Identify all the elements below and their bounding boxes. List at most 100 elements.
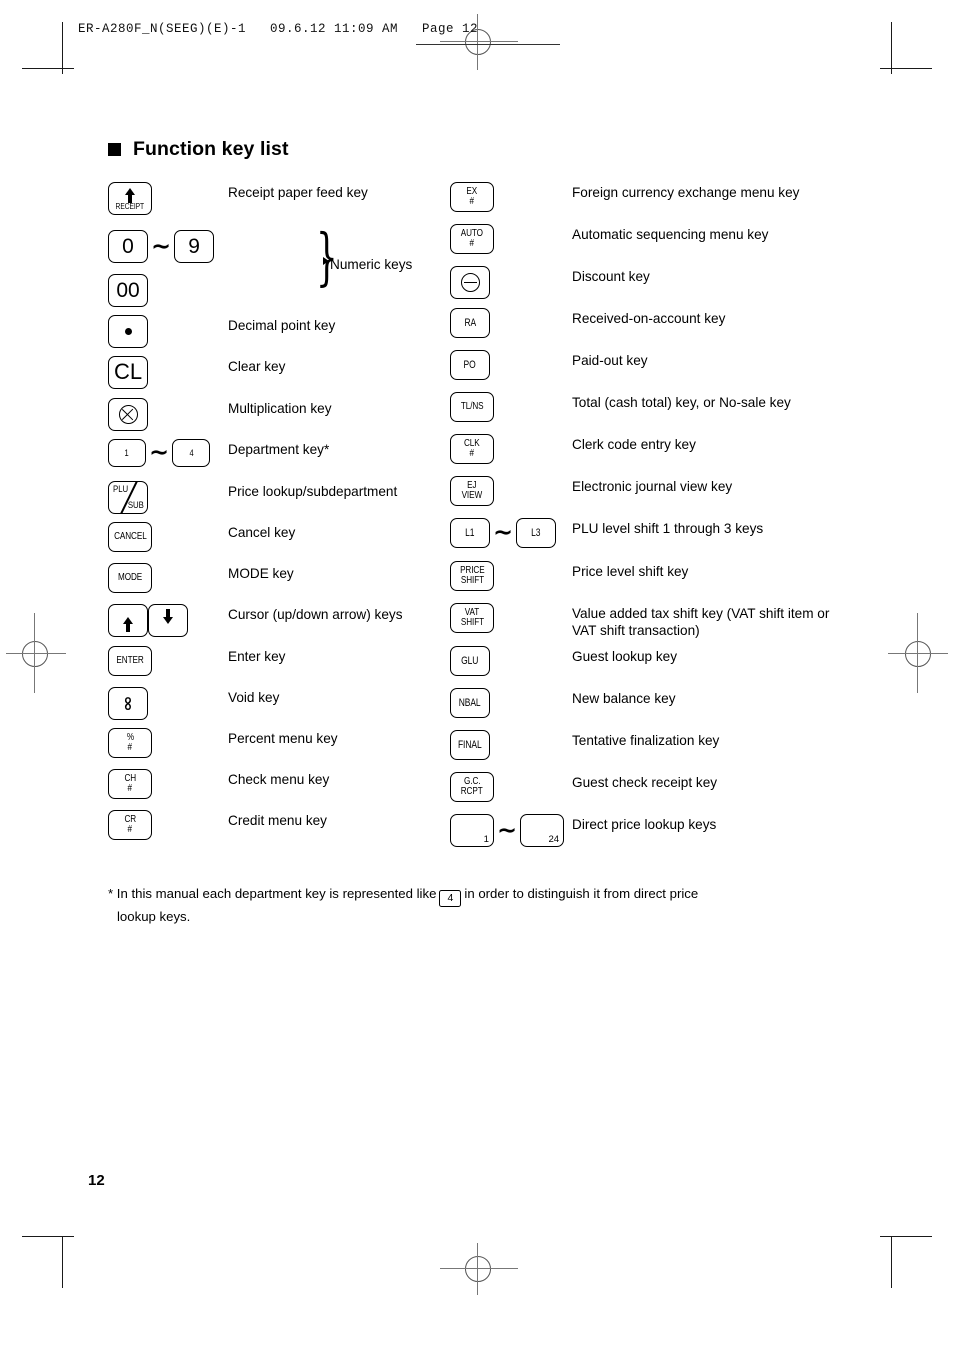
key-description-tentative-finalization: Tentative finalization key (572, 733, 720, 748)
key-row-double-zero: 00 (108, 274, 148, 307)
key-graphic-guest-check-receipt: G.C. RCPT (450, 772, 494, 802)
footnote-lead: * In this manual each department key is … (108, 886, 437, 901)
key-caption: L1 (465, 526, 475, 539)
key-description-department: Department key* (228, 442, 330, 457)
crop-mark-top-left-horizontal (22, 68, 74, 69)
key-received-on-account-cap: RA (450, 308, 490, 338)
key-vat-shift-cap: VAT SHIFT (450, 603, 494, 633)
key-enter-cap: ENTER (108, 646, 152, 676)
key-graphic-receipt-feed: RECEIPT (108, 182, 152, 215)
key-description-multiplication: Multiplication key (228, 401, 332, 416)
key-caption: FINAL (458, 738, 482, 751)
key-automatic-sequencing-cap: AUTO # (450, 224, 494, 254)
key-electronic-journal-view-cap: EJ VIEW (450, 476, 494, 506)
key-description-price-lookup-subdepartment: Price lookup/subdepartment (228, 484, 398, 499)
key-row-price-level-shift: PRICE SHIFT Price level shift key (450, 561, 688, 591)
key-caption-line-2: # (469, 238, 475, 249)
key-graphic-cursor (108, 604, 188, 637)
key-row-tentative-finalization: FINAL Tentative finalization key (450, 730, 719, 760)
registration-tick-bottom-v (477, 1243, 478, 1295)
key-department-cap: 4 (172, 439, 211, 467)
key-price-lookup-subdepartment-cap: PLU SUB (108, 481, 148, 514)
key-caption: NBAL (459, 696, 481, 709)
key-caption: 9 (188, 234, 200, 258)
key-caption: ENTER (116, 654, 144, 666)
footnote: * In this manual each department key is … (108, 884, 808, 926)
key-caption: L3 (531, 526, 541, 539)
key-guest-lookup-cap: GLU (450, 646, 490, 676)
key-row-guest-check-receipt: G.C. RCPT Guest check receipt key (450, 772, 717, 802)
slug-underline (416, 44, 560, 45)
key-description-paid-out: Paid-out key (572, 353, 648, 368)
key-description-discount: Discount key (572, 269, 650, 284)
key-description-vat-shift: Value added tax shift key (VAT shift ite… (572, 606, 830, 638)
key-graphic-plu-level-shift: L1 ∼ L3 (450, 518, 557, 548)
key-clear-cap: CL (108, 356, 148, 389)
key-void-cap: ∞ (108, 687, 148, 720)
circled-minus-icon (460, 273, 480, 292)
key-caption-line-2: SUB (127, 499, 144, 510)
key-paid-out-cap: PO (450, 350, 490, 380)
circled-multiply-icon (118, 405, 138, 424)
range-tilde-connector: ∼ (149, 438, 170, 466)
key-description-total-no-sale: Total (cash total) key, or No-sale key (572, 395, 791, 410)
key-graphic-percent-menu: % # (108, 728, 152, 758)
key-row-plu-level-shift: L1 ∼ L3 PLU level shift 1 through 3 keys (450, 518, 763, 548)
key-graphic-decimal-point (108, 315, 148, 348)
key-graphic-cancel: CANCEL (108, 522, 152, 552)
registration-mark-right (905, 641, 931, 667)
registration-tick-bottom-h (440, 1268, 518, 1269)
key-caption: RA (464, 316, 476, 329)
key-description-clerk-code-entry: Clerk code entry key (572, 437, 696, 452)
key-description-void: Void key (228, 690, 280, 705)
key-graphic-clear: CL (108, 356, 148, 389)
key-description-price-level-shift: Price level shift key (572, 564, 689, 579)
key-guest-check-receipt-cap: G.C. RCPT (450, 772, 494, 802)
key-price-level-shift-cap: PRICE SHIFT (450, 561, 494, 591)
page-title-text: Function key list (133, 138, 289, 160)
key-graphic-paid-out: PO (450, 350, 490, 380)
brace-pointer-icon (323, 257, 329, 265)
key-description-decimal-point: Decimal point key (228, 318, 336, 333)
key-graphic-discount (450, 266, 490, 299)
key-caption: CL (113, 359, 143, 385)
range-tilde-connector: ∼ (493, 518, 514, 546)
arrow-down-icon (163, 609, 173, 624)
key-clerk-code-entry-cap: CLK # (450, 434, 494, 464)
key-row-multiplication: Multiplication key (108, 398, 332, 431)
key-numeric-cap: 9 (174, 230, 215, 263)
key-caption: 1 (124, 447, 130, 459)
key-row-paid-out: PO Paid-out key (450, 350, 648, 380)
key-new-balance-cap: NBAL (450, 688, 490, 718)
key-graphic-void: ∞ (108, 687, 148, 720)
key-caption-line-2: # (127, 742, 133, 753)
registration-tick-left-h (6, 653, 66, 654)
crop-mark-bottom-left-horizontal (22, 1236, 74, 1237)
key-row-electronic-journal-view: EJ VIEW Electronic journal view key (450, 476, 732, 506)
key-total-no-sale-cap: TL/NS (450, 392, 494, 422)
key-graphic-enter: ENTER (108, 646, 152, 676)
arrow-up-icon (123, 617, 133, 632)
registration-tick-right-h (888, 653, 948, 654)
registration-mark-bottom (465, 1256, 491, 1282)
crop-mark-top-right-vertical (891, 22, 892, 74)
key-graphic-guest-lookup: GLU (450, 646, 490, 676)
crop-mark-bottom-left-vertical (62, 1236, 63, 1288)
key-graphic-direct-price-lookup: 1 ∼ 24 (450, 814, 565, 847)
key-description-received-on-account: Received-on-account key (572, 311, 726, 326)
key-description-cursor: Cursor (up/down arrow) keys (228, 607, 403, 622)
key-graphic-multiplication (108, 398, 148, 431)
key-row-direct-price-lookup: 1 ∼ 24 Direct price lookup keys (450, 814, 716, 847)
key-graphic-total-no-sale: TL/NS (450, 392, 494, 422)
key-row-receipt-feed: RECEIPT Receipt paper feed key (108, 182, 368, 215)
key-caption: MODE (117, 571, 143, 583)
key-discount-cap (450, 266, 490, 299)
key-description-check-menu: Check menu key (228, 772, 330, 787)
key-row-clerk-code-entry: CLK # Clerk code entry key (450, 434, 696, 464)
key-caption-line-1: PLU (112, 484, 128, 494)
key-row-guest-lookup: GLU Guest lookup key (450, 646, 677, 676)
key-plu-level-shift-cap: L3 (516, 518, 557, 548)
key-row-percent-menu: % # Percent menu key (108, 728, 338, 758)
key-row-automatic-sequencing: AUTO # Automatic sequencing menu key (450, 224, 768, 254)
key-caption: 24 (548, 834, 560, 846)
